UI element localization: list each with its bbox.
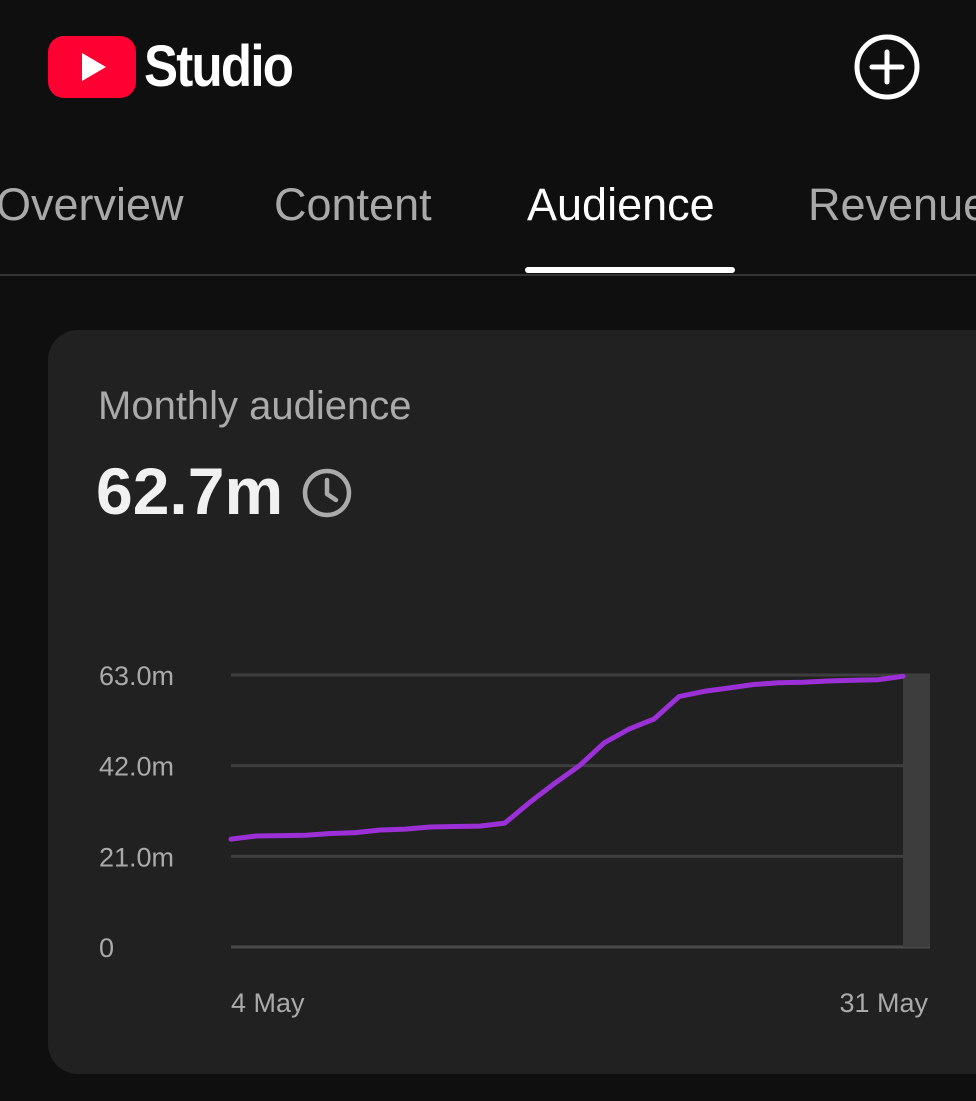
monthly-audience-card[interactable]: Monthly audience 62.7m xyxy=(48,330,976,1074)
create-button[interactable] xyxy=(853,33,921,101)
tab-revenue[interactable]: Revenue xyxy=(808,178,976,232)
tab-audience[interactable]: Audience xyxy=(527,178,715,232)
active-tab-indicator xyxy=(525,267,735,273)
app-name: Studio xyxy=(144,34,294,99)
clock-icon[interactable] xyxy=(301,467,353,519)
tab-bar: Overview Content Audience Revenue xyxy=(0,160,976,276)
metric-row: 62.7m xyxy=(96,454,353,528)
tab-overview[interactable]: Overview xyxy=(0,178,184,232)
youtube-studio-logo[interactable]: Studio xyxy=(48,36,312,98)
card-title: Monthly audience xyxy=(98,384,412,428)
plus-circle-icon xyxy=(854,34,920,100)
tab-content[interactable]: Content xyxy=(274,178,432,232)
app-header: Studio xyxy=(0,0,976,140)
monthly-audience-value: 62.7m xyxy=(96,454,284,528)
youtube-play-icon xyxy=(48,36,136,98)
